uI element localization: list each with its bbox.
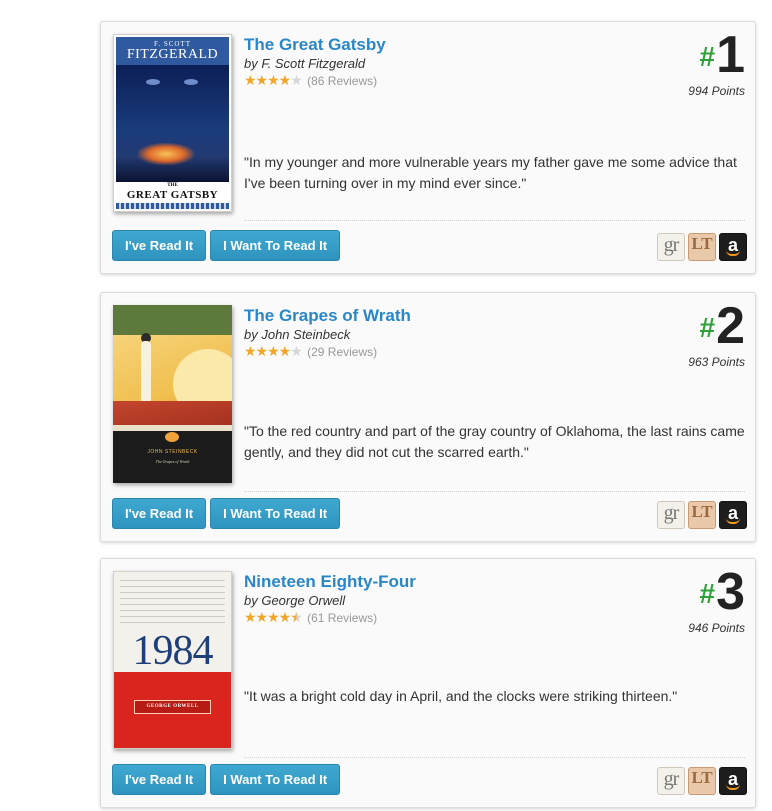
book-info: The Great Gatsby by F. Scott Fitzgerald … (244, 35, 635, 89)
cover-text-lines (120, 580, 225, 628)
book-card: JOHN STEINBECK The Grapes of Wrath The G… (100, 292, 756, 542)
cover-figure (141, 341, 151, 401)
store-links: gr LT a (657, 501, 747, 529)
book-list: F. SCOTT FITZGERALD THE GREAT GATSBY The… (0, 0, 772, 811)
star-rating: ★★★★★ (244, 609, 303, 625)
first-line-quote: "It was a bright cold day in April, and … (244, 688, 678, 704)
book-cover[interactable]: F. SCOTT FITZGERALD THE GREAT GATSBY (113, 34, 232, 212)
book-card: F. SCOTT FITZGERALD THE GREAT GATSBY The… (100, 21, 756, 274)
action-buttons: I've Read It I Want To Read It (112, 764, 341, 795)
book-info: The Grapes of Wrath by John Steinbeck ★★… (244, 306, 635, 360)
ive-read-it-button[interactable]: I've Read It (112, 230, 207, 261)
cover-art (116, 65, 229, 182)
goodreads-icon[interactable]: gr (657, 501, 685, 529)
divider (244, 220, 745, 221)
book-author: by George Orwell (244, 593, 346, 608)
rank-number: #3 (699, 563, 746, 621)
cover-author-band: F. SCOTT FITZGERALD (116, 37, 229, 65)
book-title-link[interactable]: The Great Gatsby (244, 35, 635, 55)
action-buttons: I've Read It I Want To Read It (112, 498, 341, 529)
star-rating: ★★★★★ (244, 343, 303, 359)
action-buttons: I've Read It I Want To Read It (112, 230, 341, 261)
points-label: 963 Points (688, 355, 745, 369)
amazon-icon[interactable]: a (719, 233, 747, 261)
divider (244, 757, 745, 758)
rank-block: #2 963 Points (688, 297, 746, 369)
store-links: gr LT a (657, 767, 747, 795)
book-title-link[interactable]: Nineteen Eighty-Four (244, 572, 635, 592)
points-label: 946 Points (688, 621, 745, 635)
cover-eyes (144, 75, 204, 89)
amazon-icon[interactable]: a (719, 501, 747, 529)
cover-author-last: FITZGERALD (126, 47, 219, 62)
ive-read-it-button[interactable]: I've Read It (112, 498, 207, 529)
cover-city-lights (138, 143, 194, 165)
ive-read-it-button[interactable]: I've Read It (112, 764, 207, 795)
want-to-read-button[interactable]: I Want To Read It (210, 498, 341, 529)
cover-author: GEORGE ORWELL (134, 700, 211, 714)
rating-row: ★★★★★ (86 Reviews) (244, 72, 635, 89)
book-cover[interactable]: 1984 GEORGE ORWELL (113, 571, 232, 749)
rank-block: #3 946 Points (688, 563, 746, 635)
librarything-icon[interactable]: LT (688, 501, 716, 529)
book-author: by F. Scott Fitzgerald (244, 56, 366, 71)
cover-title: 1984 (132, 628, 214, 674)
star-rating: ★★★★★ (244, 72, 303, 88)
goodreads-icon[interactable]: gr (657, 233, 685, 261)
rating-row: ★★★★★ (61 Reviews) (244, 609, 635, 626)
cover-title-article: THE (167, 183, 178, 188)
book-card: 1984 GEORGE ORWELL Nineteen Eighty-Four … (100, 558, 756, 808)
store-links: gr LT a (657, 233, 747, 261)
review-count[interactable]: (61 Reviews) (307, 611, 377, 625)
book-author: by John Steinbeck (244, 327, 351, 342)
review-count[interactable]: (29 Reviews) (307, 345, 377, 359)
divider (244, 491, 745, 492)
amazon-icon[interactable]: a (719, 767, 747, 795)
want-to-read-button[interactable]: I Want To Read It (210, 230, 341, 261)
rating-row: ★★★★★ (29 Reviews) (244, 343, 635, 360)
book-info: Nineteen Eighty-Four by George Orwell ★★… (244, 572, 635, 626)
first-line-quote: "In my younger and more vulnerable years… (244, 154, 737, 191)
cover-author: JOHN STEINBECK (147, 449, 198, 455)
librarything-icon[interactable]: LT (688, 767, 716, 795)
points-label: 994 Points (688, 84, 745, 98)
first-line-quote: "To the red country and part of the gray… (244, 423, 745, 460)
want-to-read-button[interactable]: I Want To Read It (210, 764, 341, 795)
book-cover[interactable]: JOHN STEINBECK The Grapes of Wrath (113, 305, 232, 483)
rank-number: #2 (699, 297, 746, 355)
review-count[interactable]: (86 Reviews) (307, 74, 377, 88)
cover-strip (116, 203, 229, 209)
cover-title: The Grapes of Wrath (155, 459, 190, 464)
goodreads-icon[interactable]: gr (657, 767, 685, 795)
librarything-icon[interactable]: LT (688, 233, 716, 261)
cover-title: GREAT GATSBY (126, 189, 219, 201)
penguin-logo-icon (165, 432, 179, 442)
book-title-link[interactable]: The Grapes of Wrath (244, 306, 635, 326)
rank-block: #1 994 Points (688, 26, 746, 98)
rank-number: #1 (699, 26, 746, 84)
